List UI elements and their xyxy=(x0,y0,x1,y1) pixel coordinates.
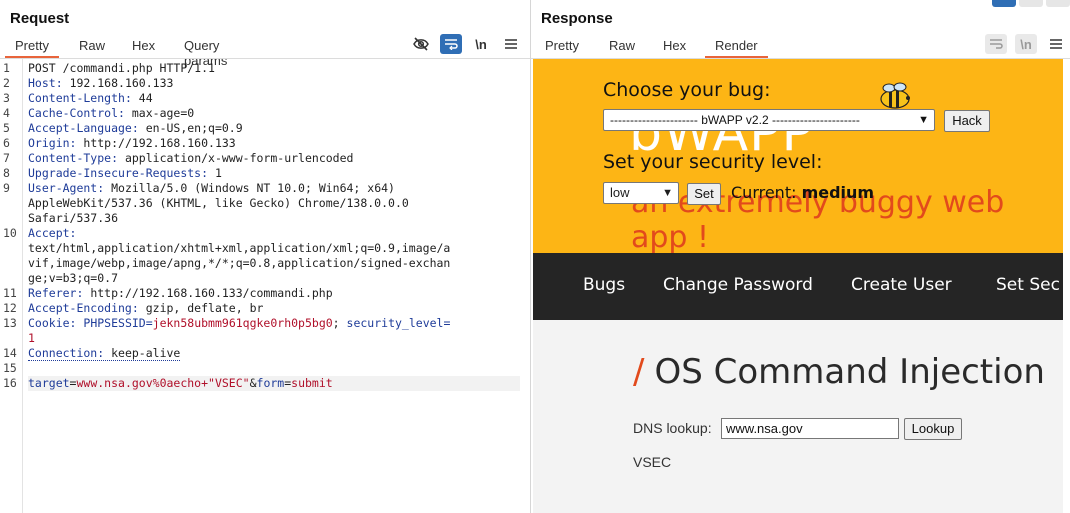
tab-hex[interactable]: Hex xyxy=(132,36,155,58)
bee-icon xyxy=(880,82,910,109)
command-output: VSEC xyxy=(633,454,672,470)
tab-hex[interactable]: Hex xyxy=(663,36,686,58)
current-level-value: medium xyxy=(801,183,875,202)
response-toolbar: \n xyxy=(977,34,1067,54)
nav-change-password[interactable]: Change Password xyxy=(663,275,813,295)
set-button[interactable]: Set xyxy=(687,183,721,205)
rendered-page: bWAPP an extremely buggy web app ! Choos… xyxy=(533,59,1063,513)
choose-bug-label: Choose your bug: xyxy=(603,79,771,101)
dns-lookup-label: DNS lookup: xyxy=(633,420,712,436)
bug-select[interactable]: ---------------------- bWAPP v2.2 ------… xyxy=(603,109,935,131)
request-pane: Request Pretty Raw Hex Query params \n 1… xyxy=(0,0,530,513)
layout-buttons xyxy=(989,0,1070,7)
menu-icon[interactable] xyxy=(1045,34,1067,54)
request-title: Request xyxy=(10,10,70,27)
heading-slash: / xyxy=(633,352,645,392)
nav-set-security[interactable]: Set Sec xyxy=(996,275,1060,295)
nav-create-user[interactable]: Create User xyxy=(851,275,952,295)
request-toolbar: \n xyxy=(402,34,522,54)
eye-off-icon[interactable] xyxy=(410,34,432,54)
response-pane: Response Pretty Raw Hex Render \n bWAPP … xyxy=(531,0,1070,513)
layout-vertical-icon[interactable] xyxy=(1046,0,1070,7)
security-level-select[interactable]: low ▼ xyxy=(603,182,679,204)
tab-pretty[interactable]: Pretty xyxy=(545,36,579,58)
layout-horizontal-icon[interactable] xyxy=(1019,0,1043,7)
lookup-button[interactable]: Lookup xyxy=(904,418,962,440)
bwapp-header: bWAPP an extremely buggy web app ! Choos… xyxy=(533,59,1063,253)
menu-icon[interactable] xyxy=(500,34,522,54)
bwapp-nav: Bugs Change Password Create User Set Sec xyxy=(533,253,1063,320)
newline-toggle[interactable]: \n xyxy=(470,34,492,54)
tab-raw[interactable]: Raw xyxy=(609,36,635,58)
tab-render[interactable]: Render xyxy=(705,36,768,58)
newline-toggle[interactable]: \n xyxy=(1015,34,1037,54)
tab-query-params[interactable]: Query params xyxy=(184,36,227,68)
wrap-icon[interactable] xyxy=(440,34,462,54)
bwapp-content: / OS Command Injection DNS lookup: www.ns… xyxy=(533,320,1063,513)
nav-bugs[interactable]: Bugs xyxy=(583,275,625,295)
wrap-icon[interactable] xyxy=(985,34,1007,54)
response-title: Response xyxy=(541,10,613,27)
chevron-down-icon: ▼ xyxy=(918,114,929,126)
page-title: / OS Command Injection xyxy=(633,352,1045,392)
tab-raw[interactable]: Raw xyxy=(79,36,105,58)
hack-button[interactable]: Hack xyxy=(944,110,990,132)
security-level-label: Set your security level: xyxy=(603,151,823,173)
current-level: Current: medium xyxy=(731,183,875,202)
layout-split-icon[interactable] xyxy=(992,0,1016,7)
dns-lookup-input[interactable]: www.nsa.gov xyxy=(721,418,899,439)
request-editor[interactable]: 1 POST /commandi.php HTTP/1.1 2 Host: 19… xyxy=(0,59,530,513)
tab-pretty[interactable]: Pretty xyxy=(5,36,59,58)
chevron-down-icon: ▼ xyxy=(662,187,673,199)
